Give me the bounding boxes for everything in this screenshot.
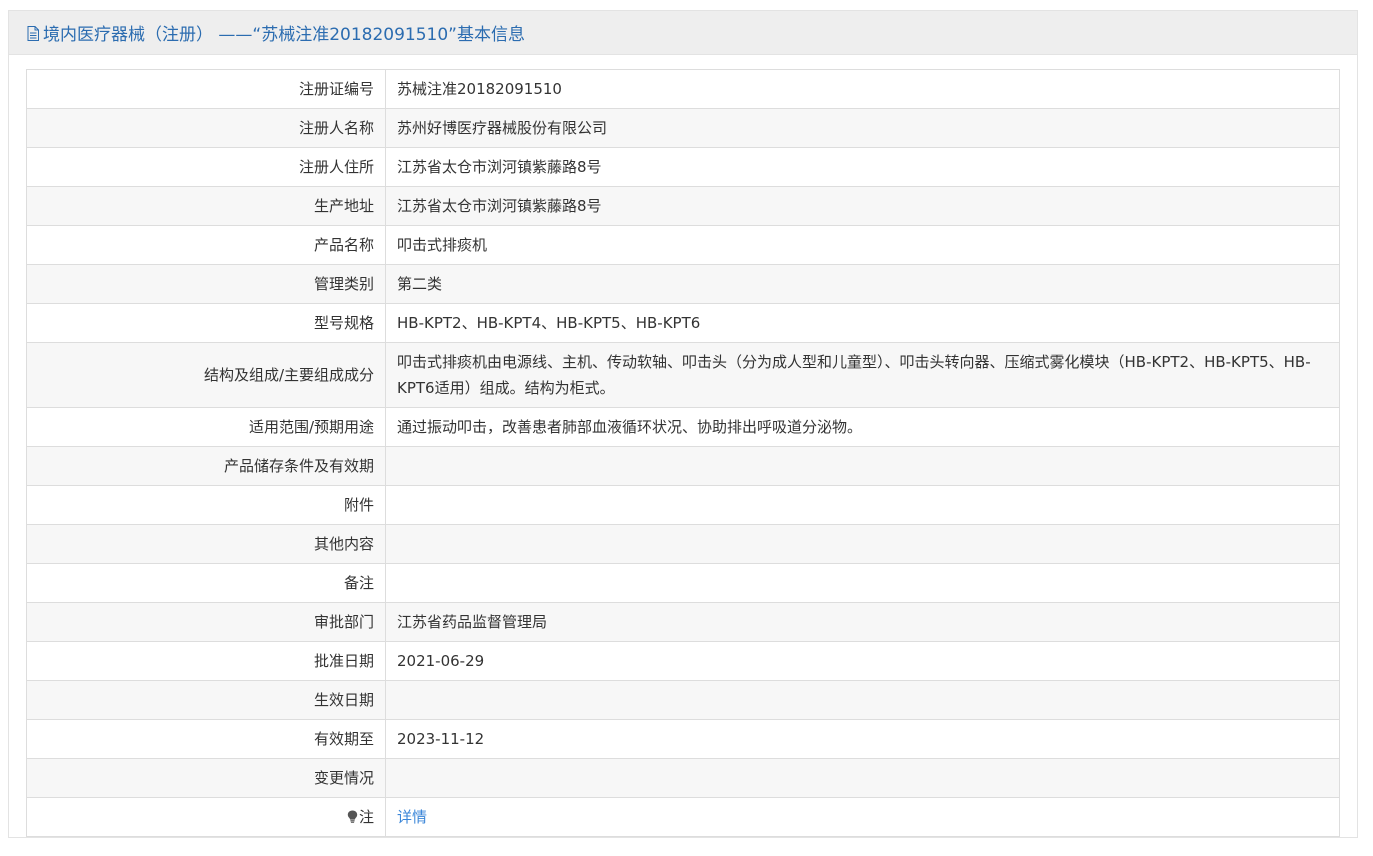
row-value-intended-use: 通过振动叩击，改善患者肺部血液循环状况、协助排出呼吸道分泌物。 (385, 407, 1340, 447)
row-label-registrant-name: 注册人名称 (26, 108, 386, 148)
row-value-production-address: 江苏省太仓市浏河镇紫藤路8号 (385, 186, 1340, 226)
table-row: 型号规格 HB-KPT2、HB-KPT4、HB-KPT5、HB-KPT6 (26, 303, 1340, 343)
row-label-structure-composition: 结构及组成/主要组成成分 (26, 342, 386, 408)
row-value-effective-date (385, 680, 1340, 720)
row-label-product-name: 产品名称 (26, 225, 386, 265)
page-title: 境内医疗器械（注册） ——“苏械注准20182091510”基本信息 (43, 25, 525, 45)
row-value-other-content (385, 524, 1340, 564)
table-row: 管理类别 第二类 (26, 264, 1340, 304)
lightbulb-icon (347, 810, 358, 823)
document-icon (27, 26, 39, 41)
row-value-registrant-address: 江苏省太仓市浏河镇紫藤路8号 (385, 147, 1340, 187)
row-value-attachments (385, 485, 1340, 525)
table-row-note: 注 详情 (26, 797, 1340, 837)
table-row: 注册人名称 苏州好博医疗器械股份有限公司 (26, 108, 1340, 148)
row-value-registrant-name: 苏州好博医疗器械股份有限公司 (385, 108, 1340, 148)
row-label-effective-date: 生效日期 (26, 680, 386, 720)
row-value-model-spec: HB-KPT2、HB-KPT4、HB-KPT5、HB-KPT6 (385, 303, 1340, 343)
table-row: 其他内容 (26, 524, 1340, 564)
table-row: 有效期至 2023-11-12 (26, 719, 1340, 759)
row-value-valid-until: 2023-11-12 (385, 719, 1340, 759)
row-label-storage-conditions: 产品储存条件及有效期 (26, 446, 386, 486)
row-value-product-name: 叩击式排痰机 (385, 225, 1340, 265)
row-value-remarks (385, 563, 1340, 603)
row-label-remarks: 备注 (26, 563, 386, 603)
row-value-storage-conditions (385, 446, 1340, 486)
row-label-attachments: 附件 (26, 485, 386, 525)
table-row: 产品名称 叩击式排痰机 (26, 225, 1340, 265)
row-label-registrant-address: 注册人住所 (26, 147, 386, 187)
details-link[interactable]: 详情 (397, 808, 427, 826)
row-value-note: 详情 (385, 797, 1340, 837)
table-row: 结构及组成/主要组成成分 叩击式排痰机由电源线、主机、传动软轴、叩击头（分为成人… (26, 342, 1340, 408)
table-row: 变更情况 (26, 758, 1340, 798)
row-value-registration-number: 苏械注准20182091510 (385, 69, 1340, 109)
note-label: 注 (358, 808, 374, 826)
row-label-note: 注 (26, 797, 386, 837)
row-value-approval-date: 2021-06-29 (385, 641, 1340, 681)
table-row: 生效日期 (26, 680, 1340, 720)
row-label-registration-number: 注册证编号 (26, 69, 386, 109)
info-panel: 境内医疗器械（注册） ——“苏械注准20182091510”基本信息 注册证编号… (8, 10, 1358, 838)
table-row: 备注 (26, 563, 1340, 603)
row-label-model-spec: 型号规格 (26, 303, 386, 343)
info-table-wrap: 注册证编号 苏械注准20182091510 注册人名称 苏州好博医疗器械股份有限… (26, 69, 1340, 837)
row-value-management-class: 第二类 (385, 264, 1340, 304)
row-label-intended-use: 适用范围/预期用途 (26, 407, 386, 447)
row-label-approval-department: 审批部门 (26, 602, 386, 642)
table-row: 注册人住所 江苏省太仓市浏河镇紫藤路8号 (26, 147, 1340, 187)
info-table: 注册证编号 苏械注准20182091510 注册人名称 苏州好博医疗器械股份有限… (26, 69, 1340, 837)
row-label-change-status: 变更情况 (26, 758, 386, 798)
row-label-other-content: 其他内容 (26, 524, 386, 564)
table-row: 注册证编号 苏械注准20182091510 (26, 69, 1340, 109)
table-row: 适用范围/预期用途 通过振动叩击，改善患者肺部血液循环状况、协助排出呼吸道分泌物… (26, 407, 1340, 447)
table-row: 生产地址 江苏省太仓市浏河镇紫藤路8号 (26, 186, 1340, 226)
row-value-change-status (385, 758, 1340, 798)
row-label-management-class: 管理类别 (26, 264, 386, 304)
table-row: 审批部门 江苏省药品监督管理局 (26, 602, 1340, 642)
row-label-valid-until: 有效期至 (26, 719, 386, 759)
row-label-approval-date: 批准日期 (26, 641, 386, 681)
row-label-production-address: 生产地址 (26, 186, 386, 226)
table-row: 产品储存条件及有效期 (26, 446, 1340, 486)
table-row: 批准日期 2021-06-29 (26, 641, 1340, 681)
row-value-approval-department: 江苏省药品监督管理局 (385, 602, 1340, 642)
row-value-structure-composition: 叩击式排痰机由电源线、主机、传动软轴、叩击头（分为成人型和儿童型）、叩击头转向器… (385, 342, 1340, 408)
panel-header: 境内医疗器械（注册） ——“苏械注准20182091510”基本信息 (9, 11, 1357, 55)
table-row: 附件 (26, 485, 1340, 525)
